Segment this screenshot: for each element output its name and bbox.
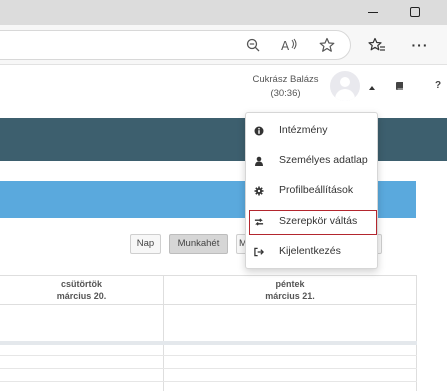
maximize-icon[interactable] xyxy=(406,4,424,20)
menu-item-label: Intézmény xyxy=(279,124,328,136)
minimize-icon[interactable] xyxy=(364,4,382,20)
help-icon[interactable]: ? xyxy=(435,80,441,91)
menu-item-personal-data[interactable]: Személyes adatlap xyxy=(246,148,377,174)
menu-item-label: Profilbeállítások xyxy=(279,184,354,196)
day-date: március 20. xyxy=(56,291,107,301)
menu-item-institution[interactable]: Intézmény xyxy=(246,118,377,144)
gear-icon xyxy=(254,186,264,196)
menu-item-logout[interactable]: Kijelentkezés xyxy=(246,239,377,265)
user-name[interactable]: Cukrász Balázs xyxy=(243,74,328,86)
view-workweek-button[interactable]: Munkahét xyxy=(169,234,228,254)
menu-item-label: Kijelentkezés xyxy=(279,245,341,257)
browser-title-bar xyxy=(0,0,447,25)
info-icon xyxy=(254,126,264,136)
zoom-out-icon[interactable] xyxy=(243,35,263,55)
app-header xyxy=(0,66,447,118)
switch-role-icon xyxy=(254,217,264,227)
svg-text:A: A xyxy=(281,39,290,52)
avatar[interactable] xyxy=(330,71,360,101)
user-icon xyxy=(254,156,264,166)
book-icon[interactable] xyxy=(395,81,407,93)
logout-icon xyxy=(254,247,264,257)
view-day-button[interactable]: Nap xyxy=(130,234,161,254)
day-header-thursday[interactable]: csütörtök március 20. xyxy=(0,278,163,302)
menu-item-label: Személyes adatlap xyxy=(279,154,368,166)
session-timer: (30:36) xyxy=(270,88,301,99)
user-dropdown-menu: Intézmény Személyes adatlap Profilbeállí… xyxy=(245,112,378,269)
day-weekday: csütörtök xyxy=(60,279,102,289)
menu-item-switch-role[interactable]: Szerepkör váltás xyxy=(246,209,377,235)
read-aloud-icon[interactable]: A xyxy=(280,35,300,55)
day-date: március 21. xyxy=(265,291,315,301)
calendar-grid: csütörtök március 20. péntek március 21. xyxy=(0,275,417,391)
favorites-list-icon[interactable] xyxy=(367,35,387,55)
chevron-up-icon[interactable] xyxy=(369,86,375,90)
favorite-star-icon[interactable] xyxy=(317,35,337,55)
menu-item-profile-settings[interactable]: Profilbeállítások xyxy=(246,178,377,204)
header-band xyxy=(0,118,447,161)
menu-item-label: Szerepkör váltás xyxy=(279,215,358,227)
day-weekday: péntek xyxy=(275,279,305,289)
more-options-icon[interactable]: ··· xyxy=(410,35,430,55)
day-header-friday[interactable]: péntek március 21. xyxy=(164,278,416,302)
browser-toolbar: A ··· xyxy=(0,25,447,65)
